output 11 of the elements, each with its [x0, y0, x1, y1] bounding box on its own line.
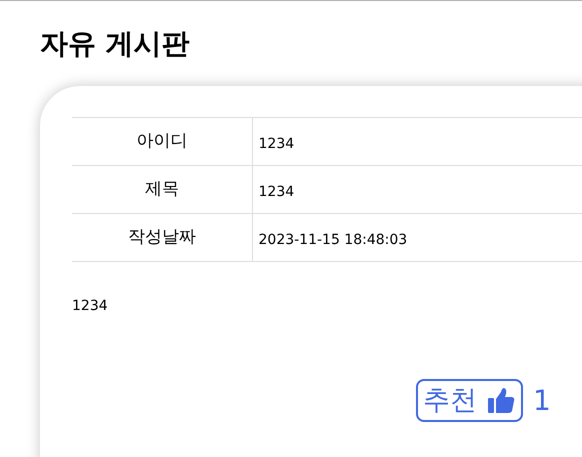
field-label: 제목 [72, 166, 252, 214]
thumbs-up-icon [487, 386, 515, 414]
field-label: 아이디 [72, 118, 252, 166]
field-value: 2023-11-15 18:48:03 [252, 214, 582, 262]
page-title: 자유 게시판 [39, 26, 191, 62]
field-value: 1234 [252, 118, 582, 166]
field-value: 1234 [252, 166, 582, 214]
recommend-count: 1 [533, 382, 551, 418]
post-content: 1234 [72, 297, 109, 316]
field-label: 작성날짜 [72, 214, 252, 262]
recommend-button[interactable]: 추천 [416, 379, 523, 422]
